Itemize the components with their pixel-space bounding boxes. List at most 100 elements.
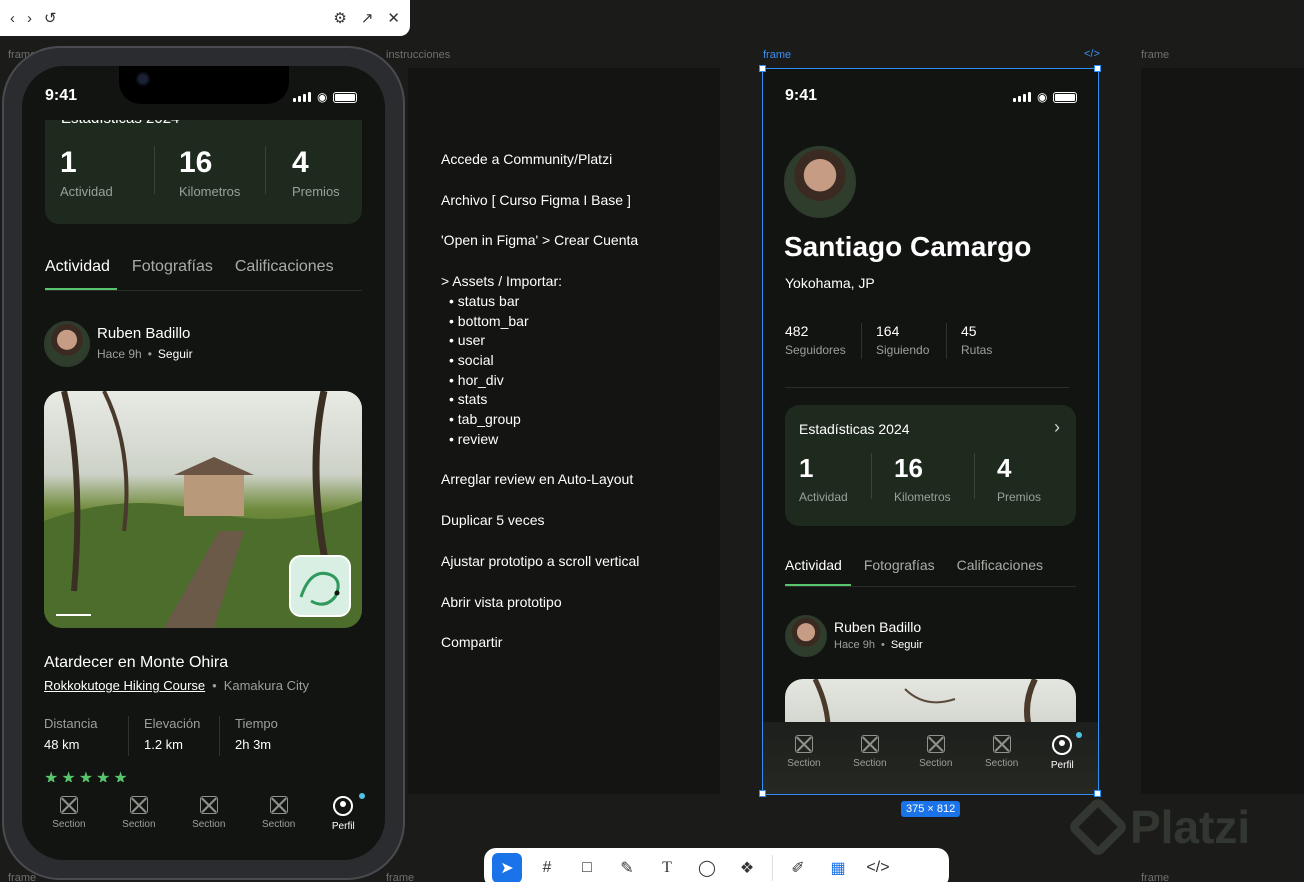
horizontal-divider xyxy=(785,387,1069,388)
post-location: Rokkokutoge Hiking Course • Kamakura Cit… xyxy=(44,678,309,693)
dev-mode-icon[interactable]: </> xyxy=(863,853,893,882)
social-item[interactable]: 45 Rutas xyxy=(947,323,992,359)
social-value: 45 xyxy=(961,323,977,339)
stats-title: Estadísticas 2024 xyxy=(799,421,910,437)
frame-label-instrucciones: instrucciones xyxy=(386,49,451,61)
frame-label-bottom-3: frame xyxy=(1141,872,1170,882)
social-item[interactable]: 482 Seguidores xyxy=(785,323,861,359)
tab-calificaciones[interactable]: Calificaciones xyxy=(235,258,334,276)
profile-avatar[interactable] xyxy=(784,146,856,218)
nav-section-1[interactable]: Section xyxy=(52,796,86,830)
placeholder-icon xyxy=(794,735,813,753)
instruction-item: Duplicar 5 veces xyxy=(441,512,545,529)
tab-group: Actividad Fotografías Calificaciones xyxy=(785,557,1043,573)
nav-label: Section xyxy=(261,819,296,830)
status-icons: ◉ xyxy=(293,90,358,104)
course-link[interactable]: Rokkokutoge Hiking Course xyxy=(44,678,205,693)
camera-icon xyxy=(136,72,150,86)
external-link-icon[interactable]: ↗ xyxy=(361,9,374,27)
stat-label: Actividad xyxy=(60,184,113,199)
placeholder-icon xyxy=(129,796,148,814)
pen-tool-icon[interactable]: ✎ xyxy=(612,853,642,882)
components-tool-icon[interactable]: ❖ xyxy=(732,853,762,882)
follow-link[interactable]: Seguir xyxy=(158,347,193,361)
resize-handle[interactable] xyxy=(1094,65,1101,72)
resize-handle[interactable] xyxy=(759,65,766,72)
map-thumbnail[interactable] xyxy=(289,555,351,617)
metric-item: Tiempo 2h 3m xyxy=(220,716,278,756)
instruction-item: Compartir xyxy=(441,634,503,651)
instruction-subitem: • review xyxy=(449,430,499,447)
nav-section-2[interactable]: Section xyxy=(853,735,887,769)
instruction-subitem: • stats xyxy=(449,391,488,408)
tab-actividad[interactable]: Actividad xyxy=(785,557,842,573)
nav-section-3[interactable]: Section xyxy=(919,735,952,769)
bottom-nav: Section Section Section Section Perfil xyxy=(763,722,1098,794)
frame-tool-icon[interactable]: # xyxy=(532,853,562,882)
post-city: Kamakura City xyxy=(223,678,309,693)
draw-tool-icon[interactable]: ✐ xyxy=(783,853,813,882)
stat-label: Premios xyxy=(997,490,1042,504)
comment-tool-icon[interactable]: ◯ xyxy=(692,853,722,882)
instruction-item: 'Open in Figma' > Crear Cuenta xyxy=(441,232,639,249)
metric-label: Elevación xyxy=(144,716,201,731)
stat-value: 4 xyxy=(997,453,1012,483)
chevron-right-icon[interactable]: › xyxy=(1054,417,1060,438)
undo-icon[interactable]: ↺ xyxy=(44,9,57,27)
post-meta: Hace 9h • Seguir xyxy=(97,347,193,361)
instruction-subitem: • hor_div xyxy=(449,371,504,388)
tab-divider xyxy=(45,290,362,291)
nav-section-3[interactable]: Section xyxy=(192,796,225,830)
status-time: 9:41 xyxy=(45,87,78,104)
design-toolbar: ➤ # □ ✎ T ◯ ❖ ✐ ▦ </> xyxy=(484,848,949,882)
chevron-right-icon[interactable]: › xyxy=(27,10,32,27)
avatar[interactable] xyxy=(44,321,90,367)
nav-perfil[interactable]: Perfil xyxy=(332,793,365,832)
stat-value: 4 xyxy=(292,146,309,179)
bottom-nav: Section Section Section Section Perfil xyxy=(22,782,385,860)
code-icon[interactable]: </> xyxy=(1084,48,1100,60)
follow-link[interactable]: Seguir xyxy=(891,639,923,651)
nav-label: Section xyxy=(787,758,821,769)
instruction-subitem: • bottom_bar xyxy=(449,312,529,329)
post-username[interactable]: Ruben Badillo xyxy=(834,619,921,635)
metric-value: 48 km xyxy=(44,737,80,752)
move-tool-icon[interactable]: ➤ xyxy=(492,853,522,882)
frame-label-far: frame xyxy=(1141,49,1170,61)
wifi-icon: ◉ xyxy=(1037,90,1048,104)
metric-item: Distancia 48 km xyxy=(44,716,128,756)
stat-item: 4 Premios xyxy=(266,146,340,199)
sliders-icon[interactable]: ⚙ xyxy=(333,9,346,27)
social-item[interactable]: 164 Siguiendo xyxy=(862,323,946,359)
instruction-subitem: • user xyxy=(449,332,486,349)
stat-item: 16 Kilometros xyxy=(872,453,974,504)
chevron-left-icon[interactable]: ‹ xyxy=(10,10,15,27)
nav-perfil[interactable]: Perfil xyxy=(1051,732,1082,771)
post-username[interactable]: Ruben Badillo xyxy=(97,325,190,342)
tab-fotografias[interactable]: Fotografías xyxy=(132,258,213,276)
nav-section-4[interactable]: Section xyxy=(985,735,1018,769)
nav-section-2[interactable]: Section xyxy=(122,796,156,830)
tab-calificaciones[interactable]: Calificaciones xyxy=(957,557,1043,573)
profile-frame[interactable]: 9:41 ◉ Santiago Camargo Yokohama, JP 482… xyxy=(763,69,1098,794)
stat-label: Kilometros xyxy=(179,184,241,199)
instruction-item: Ajustar prototipo a scroll vertical xyxy=(441,552,640,569)
resize-handle[interactable] xyxy=(1094,790,1101,797)
rectangle-tool-icon[interactable]: □ xyxy=(572,853,602,882)
nav-section-1[interactable]: Section xyxy=(787,735,821,769)
close-icon[interactable]: ✕ xyxy=(387,9,400,27)
stats-row: 1 Actividad 16 Kilometros 4 Premios xyxy=(799,453,1041,504)
placeholder-icon xyxy=(269,796,288,814)
stats-card[interactable]: Estadísticas 2024 › 1 Actividad 16 Kilom… xyxy=(785,405,1076,526)
resize-handle[interactable] xyxy=(759,790,766,797)
rating-stars: ★★★★★ xyxy=(44,770,131,782)
design-mode-icon[interactable]: ▦ xyxy=(823,853,853,882)
nav-section-4[interactable]: Section xyxy=(262,796,295,830)
browser-toolbar: ‹ › ↺ ⚙ ↗ ✕ xyxy=(0,0,410,36)
tab-actividad[interactable]: Actividad xyxy=(45,258,110,276)
avatar[interactable] xyxy=(785,615,827,657)
tab-fotografias[interactable]: Fotografías xyxy=(864,557,935,573)
toolbar-divider xyxy=(772,855,773,881)
profile-location: Yokohama, JP xyxy=(785,275,875,291)
text-tool-icon[interactable]: T xyxy=(652,853,682,882)
